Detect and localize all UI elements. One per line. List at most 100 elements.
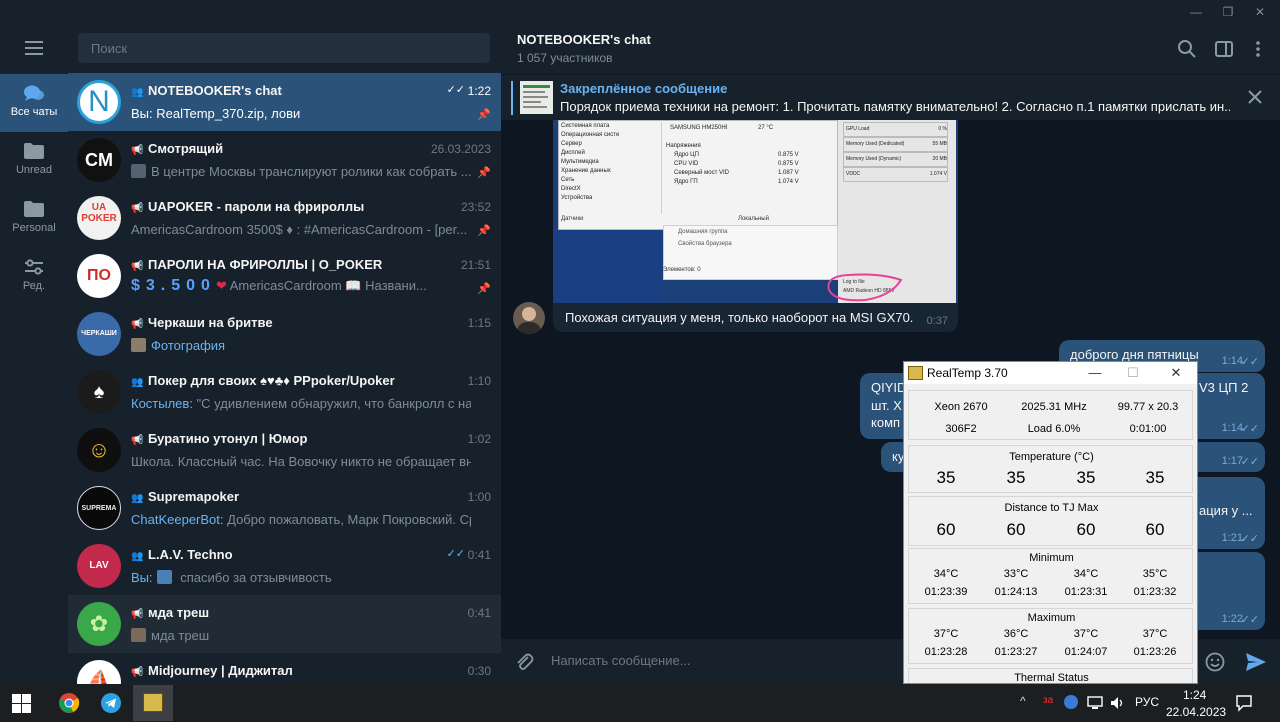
pinned-thumbnail (520, 81, 553, 114)
chat-name: 👥 Покер для своих ♠♥♣♦ PPpoker/Upoker (131, 373, 395, 388)
windows-start-icon[interactable] (12, 694, 31, 713)
chat-name: 📢 UAPOKER - пароли на фрироллы (131, 199, 365, 214)
taskbar-chrome[interactable] (49, 685, 89, 721)
emoji-icon[interactable] (1204, 651, 1226, 673)
folder-all-chats[interactable]: Все чаты (0, 74, 68, 132)
realtemp-title: RealTemp 3.70 (927, 366, 1008, 380)
network-icon[interactable] (1087, 696, 1103, 710)
chat-row-smotryashchiy[interactable]: CM 📢 Смотрящий 26.03.2023 В центре Москвы… (68, 131, 501, 189)
cpu-model: Xeon 2670 (934, 401, 988, 413)
min-time: 01:24:13 (994, 586, 1038, 598)
pin-icon: 📌 (477, 225, 491, 237)
search-icon[interactable] (1176, 38, 1198, 60)
realtemp-window: RealTemp 3.70 — ☐ ✕ Xeon 2670 2025.31 MH… (903, 361, 1198, 684)
channel-icon: 📢 (131, 203, 144, 214)
min-temp: 34°C (1073, 568, 1099, 580)
notifications-icon[interactable] (1235, 694, 1253, 712)
channel-icon: 📢 (131, 435, 144, 446)
chat-row-opoker[interactable]: ПО 📢 ПАРОЛИ НА ФРИРОЛЛЫ | O_POKER 21:51 $… (68, 247, 501, 305)
group-icon: 👥 (131, 87, 144, 98)
chat-name: 📢 Черкаши на бритве (131, 315, 273, 330)
close-button[interactable]: ✕ (1158, 363, 1194, 383)
close-button[interactable]: ✕ (1240, 2, 1280, 22)
min-temp: 34°C (933, 568, 959, 580)
maximum-title: Maximum (1027, 612, 1076, 624)
send-icon[interactable] (1244, 650, 1268, 674)
clock-time[interactable]: 1:24 (1183, 688, 1206, 702)
sticker-thumb-icon (156, 570, 172, 584)
cpu-info-group: Xeon 2670 2025.31 MHz 99.77 x 20.3 306F2… (908, 390, 1193, 440)
chat-row-buratino[interactable]: ☺ 📢 Буратино утонул | Юмор 1:02 Школа. Кл… (68, 421, 501, 479)
chat-preview: мда треш (131, 628, 471, 643)
group-icon: 👥 (131, 551, 144, 562)
incoming-message[interactable]: Системная плата Операционная систе Сервер Д… (553, 120, 958, 332)
pin-icon: 📌 (477, 167, 491, 179)
folder-edit[interactable]: Ред. (0, 248, 68, 306)
message-text: ация у ... (1199, 503, 1253, 518)
folder-unread[interactable]: Unread (0, 132, 68, 190)
search-input[interactable]: Поиск (78, 33, 490, 63)
clock-date[interactable]: 22.04.2023 (1166, 705, 1226, 719)
taskbar-telegram[interactable] (91, 685, 131, 721)
message-text: V3 ЦП 2 (1199, 380, 1249, 395)
tray-expand-icon[interactable]: ^ (1020, 694, 1026, 708)
min-temp: 33°C (1003, 568, 1029, 580)
max-temp: 37°C (1142, 628, 1168, 640)
title-bar: — ❐ ✕ (0, 0, 1280, 24)
volume-icon[interactable] (1110, 696, 1126, 710)
message-input[interactable]: Написать сообщение... (551, 653, 691, 668)
core-temp: 35 (936, 468, 956, 487)
chat-title[interactable]: NOTEBOOKER's chat (517, 32, 651, 47)
avatar: SUPREMA (77, 486, 121, 530)
maximize-button[interactable]: ☐ (1115, 363, 1151, 383)
thermal-status-title: Thermal Status (1014, 672, 1089, 684)
read-checks-icon: ✓✓ (446, 548, 465, 560)
tray-badge[interactable]: за (1043, 695, 1053, 706)
chat-preview: Вы: спасибо за отзывчивость (131, 570, 332, 585)
read-checks-icon: ✓✓ (446, 84, 465, 96)
realtemp-icon (143, 693, 163, 712)
message-text: шт. Х (871, 398, 902, 413)
pinned-message-bar[interactable]: Закреплённое сообщение Порядок приема те… (501, 74, 1280, 120)
chat-row-poker-svoih[interactable]: ♠ 👥 Покер для своих ♠♥♣♦ PPpoker/Upoker 1… (68, 363, 501, 421)
read-checks-icon: ✓✓ (1240, 614, 1259, 626)
avatar: N (77, 80, 121, 124)
read-checks-icon: ✓✓ (1240, 533, 1259, 545)
close-icon[interactable] (1246, 88, 1264, 106)
chat-name: 👥 L.A.V. Techno (131, 547, 233, 562)
chat-preview: AmericasCardroom 3500$ ♦ : #AmericasCard… (131, 222, 468, 237)
hamburger-icon[interactable] (0, 32, 68, 64)
sidebar-toggle-icon[interactable] (1213, 38, 1235, 60)
photo-thumb-icon (131, 338, 146, 352)
tray-app-icon[interactable] (1064, 695, 1078, 709)
chat-row-midjourney[interactable]: ⛵ 📢 Midjourney | Диджитал 0:30 (68, 653, 501, 684)
read-checks-icon: ✓✓ (1240, 423, 1259, 435)
chat-name: 📢 Смотрящий (131, 141, 224, 156)
folder-personal[interactable]: Personal (0, 190, 68, 248)
chat-row-notebooker[interactable]: N 👥 NOTEBOOKER's chat ✓✓ 1:22 Вы: RealTem… (68, 73, 501, 131)
realtemp-titlebar[interactable]: RealTemp 3.70 — ☐ ✕ (904, 362, 1197, 384)
min-time: 01:23:39 (924, 586, 968, 598)
pin-icon: 📌 (477, 283, 491, 295)
user-avatar[interactable] (513, 302, 545, 334)
message-photo[interactable]: Системная плата Операционная систе Сервер Д… (553, 120, 958, 303)
thermal-status-group: Thermal Status (908, 668, 1193, 684)
core-temp: 35 (1145, 468, 1165, 487)
avatar: ЧЕРКАШИ (77, 312, 121, 356)
chat-row-mda-tresh[interactable]: ✿ 📢 мда треш 0:41 мда треш (68, 595, 501, 653)
members-count: 1 057 участников (517, 51, 613, 65)
chat-time: 1:22 (467, 84, 491, 98)
chat-row-cherkashi[interactable]: ЧЕРКАШИ 📢 Черкаши на бритве 1:15 Фотограф… (68, 305, 501, 363)
chat-row-uapoker[interactable]: UA POKER 📢 UAPOKER - пароли на фрироллы 2… (68, 189, 501, 247)
more-vertical-icon[interactable] (1247, 38, 1269, 60)
chat-time: 21:51 (460, 258, 491, 272)
chat-row-lav-techno[interactable]: LAV 👥 L.A.V. Techno ✓✓ 0:41 Вы: спасибо з… (68, 537, 501, 595)
channel-icon: 📢 (131, 145, 144, 156)
taskbar-realtemp[interactable] (133, 685, 173, 721)
attach-icon[interactable] (513, 651, 535, 673)
minimize-button[interactable]: — (1077, 363, 1113, 383)
input-language[interactable]: РУС (1135, 695, 1159, 709)
search-placeholder: Поиск (91, 41, 128, 56)
chat-row-supremapoker[interactable]: SUPREMA 👥 Supremapoker 1:00 ChatKeeperBot… (68, 479, 501, 537)
windows-taskbar: ^ за РУС 1:24 22.04.2023 (0, 684, 1280, 722)
